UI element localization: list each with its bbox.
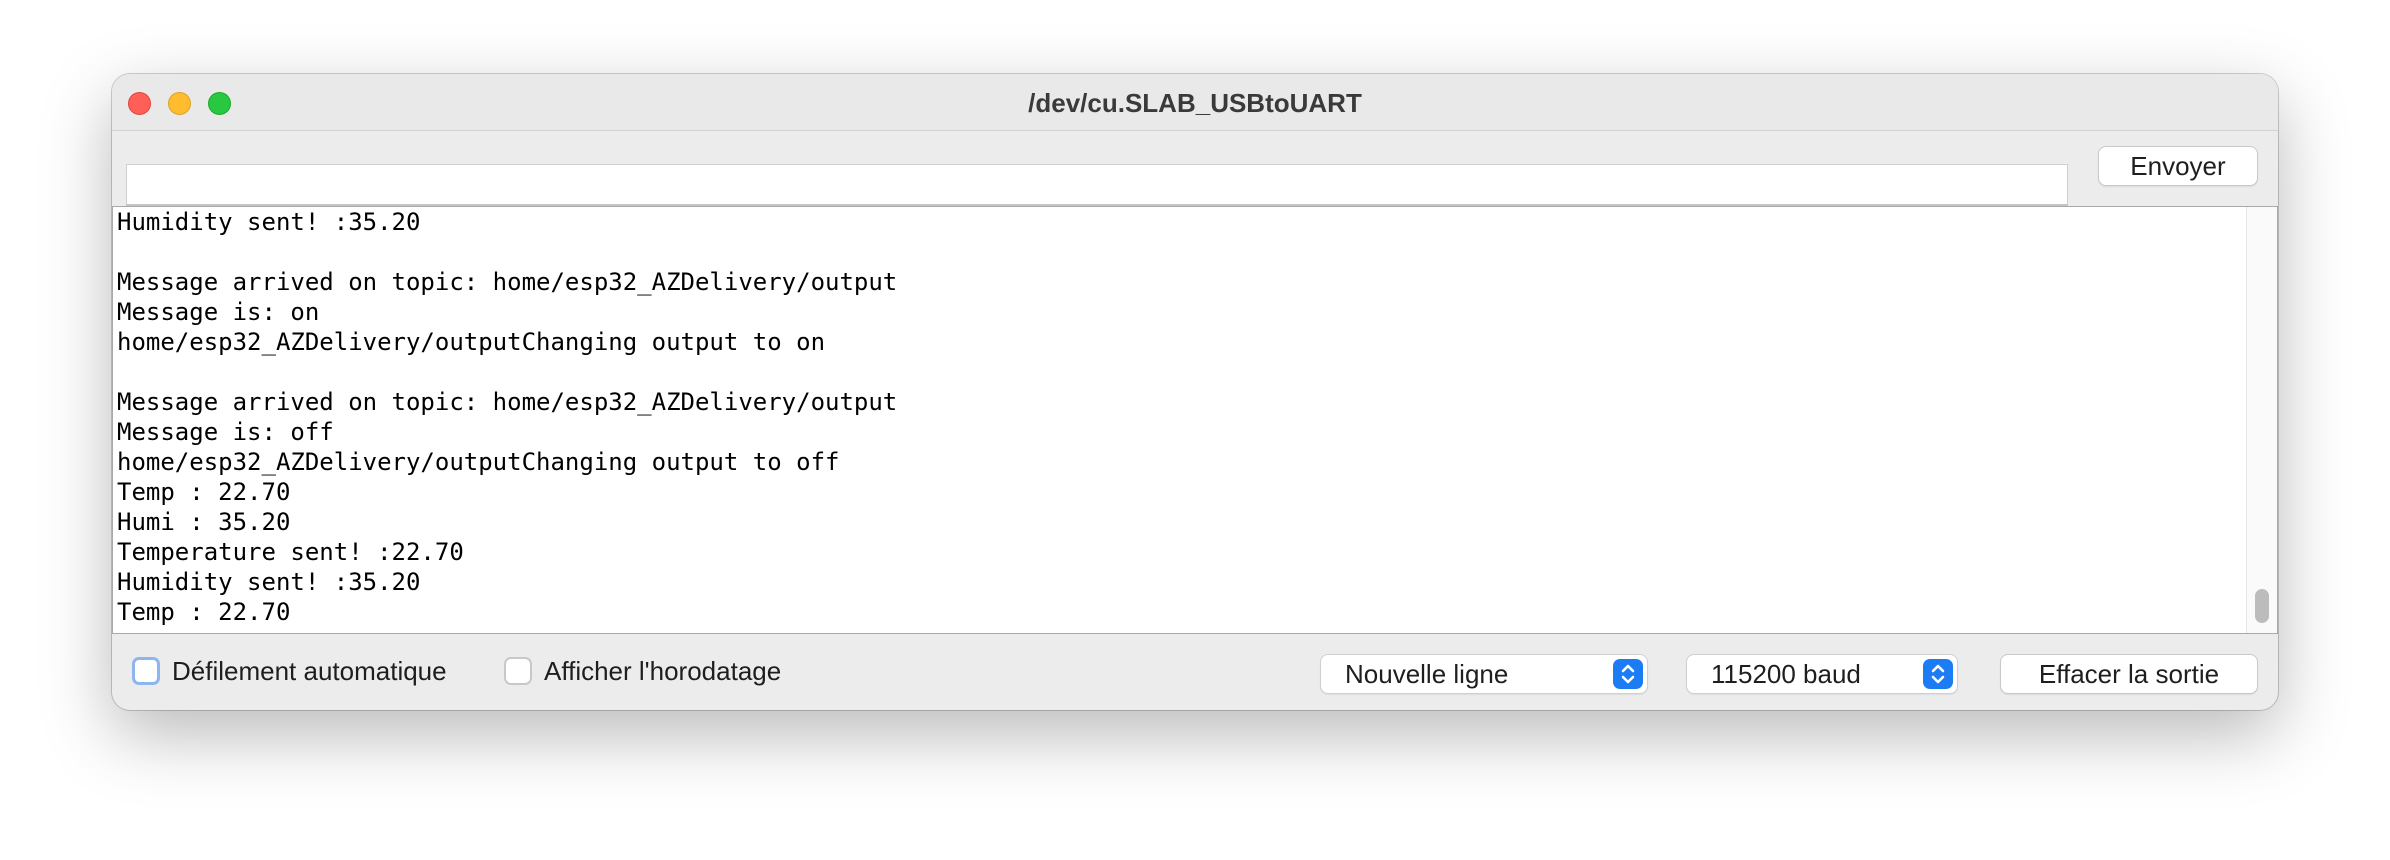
autoscroll-option[interactable]: Défilement automatique — [132, 654, 447, 688]
send-button[interactable]: Envoyer — [2098, 146, 2258, 186]
timestamp-label: Afficher l'horodatage — [544, 655, 782, 686]
output-line: home/esp32_AZDelivery/outputChanging out… — [117, 448, 840, 476]
bottom-toolbar: Défilement automatique Afficher l'horoda… — [112, 634, 2278, 710]
serial-output[interactable]: Humidity sent! :35.20 Message arrived on… — [112, 206, 2278, 634]
window-title: /dev/cu.SLAB_USBtoUART — [1028, 88, 1362, 118]
output-line: Message arrived on topic: home/esp32_AZD… — [117, 388, 898, 416]
output-line: Humi : 35.20 — [117, 508, 291, 536]
clear-output-button[interactable]: Effacer la sortie — [2000, 654, 2258, 694]
line-ending-select[interactable]: Nouvelle ligne — [1320, 654, 1648, 694]
output-line: Message is: off — [117, 418, 334, 446]
output-line: Temp : 22.70 — [117, 598, 291, 626]
baud-rate-value: 115200 baud — [1711, 659, 1861, 689]
timestamp-option[interactable]: Afficher l'horodatage — [504, 654, 781, 688]
autoscroll-checkbox[interactable] — [132, 657, 160, 685]
output-line: home/esp32_AZDelivery/outputChanging out… — [117, 328, 826, 356]
timestamp-checkbox[interactable] — [504, 657, 532, 685]
chevron-up-down-icon — [1613, 659, 1643, 689]
baud-rate-select[interactable]: 115200 baud — [1686, 654, 1958, 694]
title-bar[interactable]: /dev/cu.SLAB_USBtoUART — [112, 74, 2278, 131]
output-line: Message arrived on topic: home/esp32_AZD… — [117, 268, 898, 296]
send-input[interactable] — [126, 164, 2068, 206]
output-line: Humidity sent! :35.20 — [117, 568, 421, 596]
serial-monitor-window: /dev/cu.SLAB_USBtoUART Envoyer Humidity … — [112, 74, 2278, 710]
serial-output-lines: Humidity sent! :35.20 Message arrived on… — [117, 207, 2237, 633]
line-ending-value: Nouvelle ligne — [1345, 659, 1509, 689]
output-line: Humidity sent! :35.20 — [117, 208, 421, 236]
chevron-up-down-icon — [1923, 659, 1953, 689]
scrollbar-thumb[interactable] — [2255, 589, 2269, 623]
autoscroll-label: Défilement automatique — [172, 655, 447, 686]
output-line: Temp : 22.70 — [117, 478, 291, 506]
output-line: Temperature sent! :22.70 — [117, 538, 464, 566]
output-line: Message is: on — [117, 298, 320, 326]
vertical-scrollbar[interactable] — [2246, 207, 2277, 633]
